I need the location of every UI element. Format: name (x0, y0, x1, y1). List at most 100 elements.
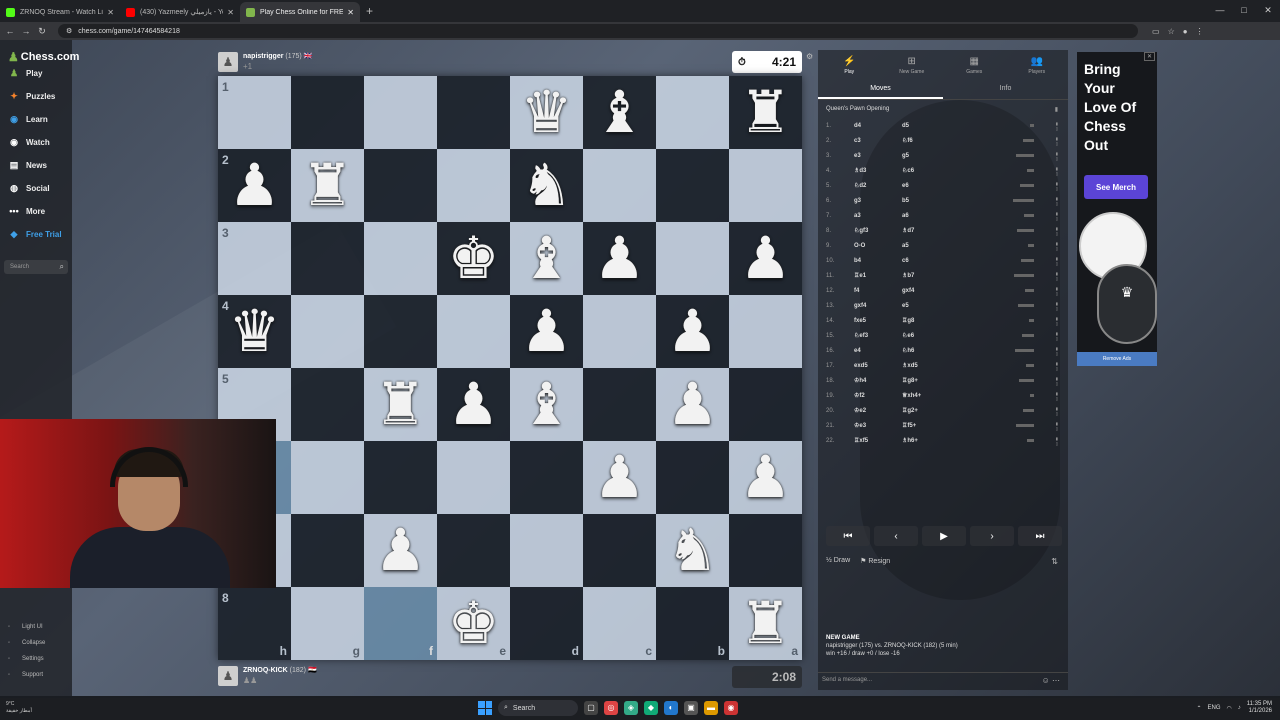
minimize-button[interactable]: — (1208, 0, 1232, 22)
task-view-icon[interactable]: ▢ (584, 701, 598, 715)
white-move[interactable]: ♔h4 (854, 377, 902, 384)
white-move[interactable]: ♗d3 (854, 167, 902, 174)
black-move[interactable]: ♖f5+ (902, 422, 1002, 429)
previous-move-button[interactable]: ‹ (874, 526, 918, 546)
chess-piece[interactable]: ♟ (364, 514, 437, 587)
board-square[interactable]: ♜ (291, 149, 364, 222)
avatar[interactable]: ♟ (218, 52, 238, 72)
board-square[interactable]: 8h (218, 587, 291, 660)
black-move[interactable]: gxf4 (902, 288, 1002, 294)
white-move[interactable]: ♔e3 (854, 422, 902, 429)
board-square[interactable] (729, 149, 802, 222)
new-tab-button[interactable]: + (366, 4, 373, 18)
black-move[interactable]: ♗xd5 (902, 362, 1002, 369)
sidebar-bottom-support[interactable]: ◦ Support (8, 672, 43, 678)
board-square[interactable]: e ♚ (437, 587, 510, 660)
app-icon[interactable]: ◉ (724, 701, 738, 715)
black-move[interactable]: a6 (902, 213, 1002, 219)
book-icon[interactable]: ▮ (1055, 106, 1058, 113)
white-move[interactable]: f4 (854, 288, 902, 294)
board-square[interactable] (583, 149, 656, 222)
url-field[interactable]: ⚙ chess.com/game/147464584218 (58, 24, 1138, 38)
sidebar-item-play[interactable]: ♟ Play (8, 68, 43, 79)
player-name[interactable]: napistrigger (243, 53, 283, 60)
chess-piece[interactable]: ♜ (729, 587, 802, 660)
black-move[interactable]: ♗b7 (902, 272, 1002, 279)
tab-players[interactable]: 👥 Players (1006, 50, 1069, 80)
board-square[interactable]: ♞ (656, 514, 729, 587)
chess-piece[interactable]: ♜ (364, 368, 437, 441)
black-move[interactable]: ♖g2+ (902, 407, 1002, 414)
white-move[interactable]: c3 (854, 138, 902, 144)
chess-piece[interactable]: ♛ (218, 295, 291, 368)
bookmark-star-icon[interactable]: ☆ (1168, 27, 1175, 36)
white-move[interactable]: ♔e2 (854, 407, 902, 414)
cast-icon[interactable]: ▭ (1152, 27, 1160, 36)
resign-button[interactable]: ⚑ Resign (860, 557, 890, 565)
board-square[interactable] (656, 441, 729, 514)
advertisement[interactable]: ✕ Bring Your Love Of Chess Out See Merch ♛ R… (1077, 52, 1157, 366)
chess-piece[interactable]: ♜ (291, 149, 364, 222)
board-square[interactable] (656, 149, 729, 222)
board-square[interactable] (510, 441, 583, 514)
app-icon[interactable]: ◈ (624, 701, 638, 715)
chess-piece[interactable]: ♝ (583, 76, 656, 149)
white-move[interactable]: exd5 (854, 363, 902, 369)
board-square[interactable] (364, 149, 437, 222)
board-square[interactable] (437, 149, 510, 222)
board-square[interactable] (656, 222, 729, 295)
board-square[interactable]: ♟ (729, 441, 802, 514)
board-square[interactable] (291, 368, 364, 441)
board-square[interactable] (656, 76, 729, 149)
board-square[interactable] (437, 76, 510, 149)
tab-info[interactable]: Info (943, 80, 1068, 99)
white-move[interactable]: b4 (854, 258, 902, 264)
board-square[interactable]: g (291, 587, 364, 660)
sidebar-item-learn[interactable]: ◉ Learn (8, 114, 48, 125)
black-move[interactable]: ♘e6 (902, 332, 1002, 339)
black-move[interactable]: ♘c6 (902, 167, 1002, 174)
board-square[interactable]: ♟ (364, 514, 437, 587)
close-window-button[interactable]: ✕ (1256, 0, 1280, 22)
profile-icon[interactable]: ● (1183, 27, 1188, 36)
black-move[interactable]: a5 (902, 243, 1002, 249)
back-icon[interactable]: ← (4, 26, 16, 36)
reload-icon[interactable]: ↻ (36, 26, 48, 37)
black-move[interactable]: c6 (902, 258, 1002, 264)
board-square[interactable]: 1 (218, 76, 291, 149)
play-button[interactable]: ▶ (922, 526, 966, 546)
board-square[interactable] (291, 295, 364, 368)
board-square[interactable] (583, 514, 656, 587)
taskbar-search[interactable]: ⌕ Search (498, 700, 578, 716)
board-square[interactable] (729, 368, 802, 441)
board-square[interactable] (583, 295, 656, 368)
black-move[interactable]: ♗d7 (902, 227, 1002, 234)
board-square[interactable] (364, 222, 437, 295)
board-square[interactable] (364, 295, 437, 368)
white-move[interactable]: ♘gf3 (854, 227, 902, 234)
chess-piece[interactable]: ♝ (510, 368, 583, 441)
board-square[interactable] (437, 514, 510, 587)
board-square[interactable] (291, 76, 364, 149)
board-square[interactable]: ♟ (729, 222, 802, 295)
tab-games[interactable]: ▦ Games (943, 50, 1006, 80)
chess-piece[interactable]: ♟ (218, 149, 291, 222)
white-move[interactable]: gxf4 (854, 303, 902, 309)
board-square[interactable]: ♝ (510, 222, 583, 295)
white-move[interactable]: e4 (854, 348, 902, 354)
black-move[interactable]: ♖g8 (902, 317, 1002, 324)
board-square[interactable]: ♟ (656, 368, 729, 441)
edge-icon[interactable]: ◐ (664, 701, 678, 715)
board-square[interactable]: ♝ (510, 368, 583, 441)
black-move[interactable]: e6 (902, 183, 1002, 189)
board-square[interactable] (291, 514, 364, 587)
sidebar-item-free-trial[interactable]: ◆ Free Trial (8, 229, 62, 240)
app-icon[interactable]: ◆ (644, 701, 658, 715)
forward-icon[interactable]: → (20, 26, 32, 36)
board-square[interactable]: ♜ (729, 76, 802, 149)
tab-new-game[interactable]: ⊞ New Game (881, 50, 944, 80)
chess-piece[interactable]: ♟ (437, 368, 510, 441)
clock-date[interactable]: 11:35 PM 1/1/2026 (1247, 701, 1272, 715)
chrome-icon[interactable]: ◎ (604, 701, 618, 715)
board-square[interactable] (437, 295, 510, 368)
